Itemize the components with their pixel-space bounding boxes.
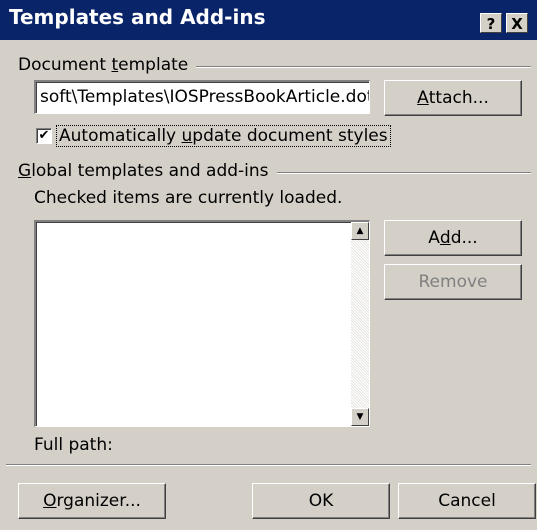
list-scrollbar[interactable]: ▲ ▼: [351, 222, 369, 426]
auto-update-checkbox[interactable]: ✔: [36, 128, 52, 144]
document-template-path-field[interactable]: soft\Templates\IOSPressBookArticle.dot: [34, 80, 370, 114]
footer-divider: [6, 464, 531, 466]
close-button[interactable]: X: [506, 13, 528, 33]
remove-button[interactable]: Remove: [384, 264, 522, 300]
title-bar[interactable]: Templates and Add-ins ? X: [0, 0, 537, 40]
document-template-label: Document template: [18, 55, 197, 75]
global-templates-label: Global templates and add-ins: [18, 161, 277, 181]
help-button[interactable]: ?: [480, 13, 502, 33]
window-title: Templates and Add-ins: [9, 5, 266, 29]
full-path-label: Full path:: [34, 435, 113, 455]
scroll-down-arrow-icon[interactable]: ▼: [351, 408, 369, 426]
add-button[interactable]: Add...: [384, 220, 522, 256]
loaded-hint-text: Checked items are currently loaded.: [34, 188, 343, 208]
ok-button[interactable]: OK: [252, 483, 390, 519]
cancel-button[interactable]: Cancel: [398, 483, 536, 519]
organizer-button[interactable]: Organizer...: [18, 483, 166, 519]
attach-button[interactable]: Attach...: [384, 80, 522, 116]
scroll-up-arrow-icon[interactable]: ▲: [351, 222, 369, 240]
auto-update-label[interactable]: Automatically update document styles: [56, 125, 391, 147]
global-templates-list[interactable]: ▲ ▼: [34, 220, 370, 427]
